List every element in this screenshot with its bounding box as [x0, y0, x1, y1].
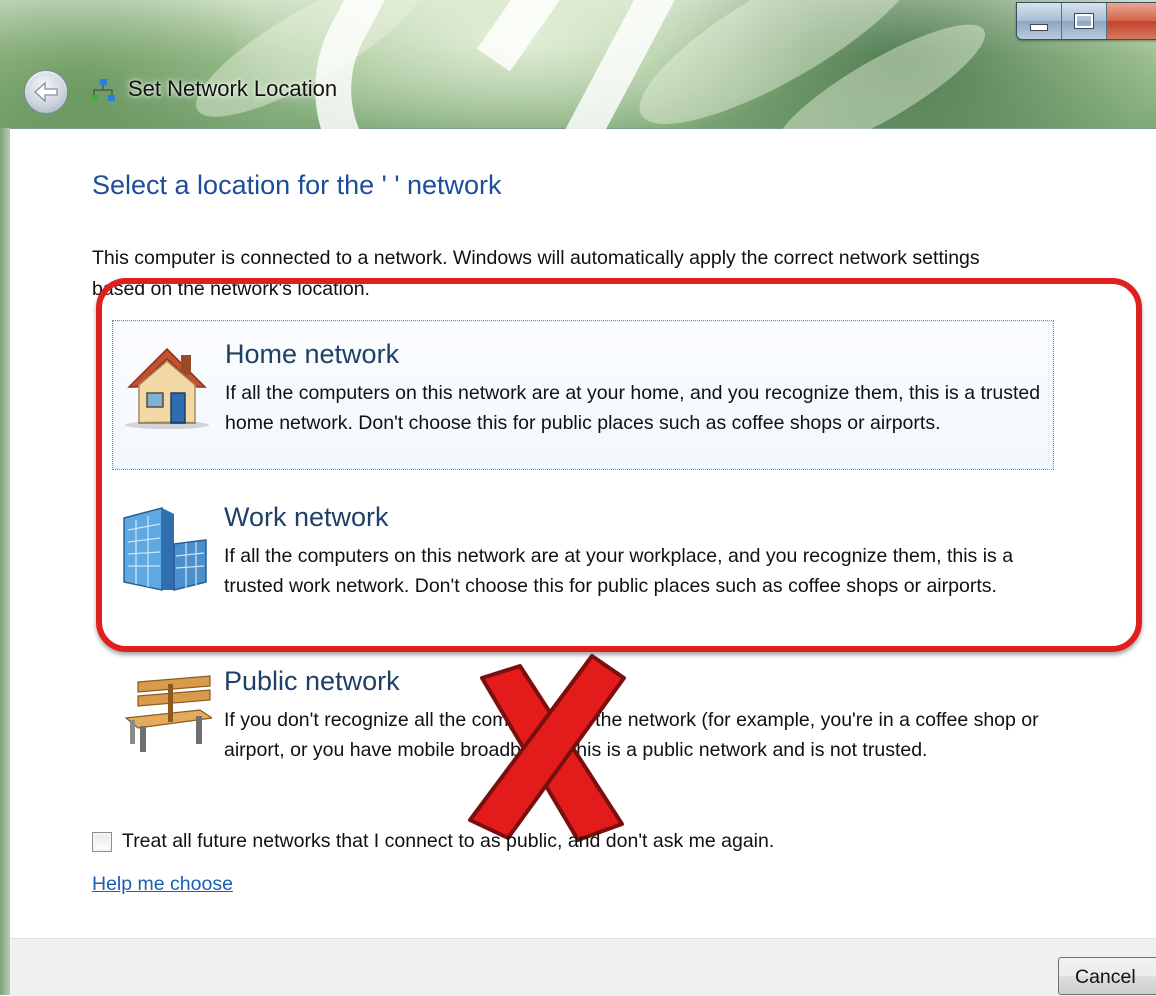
- option-work-network[interactable]: Work network If all the computers on thi…: [112, 484, 1052, 632]
- option-description: If all the computers on this network are…: [224, 545, 1014, 597]
- minimize-icon: [1030, 23, 1048, 31]
- checkbox-label: Treat all future networks that I connect…: [122, 830, 775, 852]
- option-title: Public network: [224, 666, 400, 696]
- treat-public-checkbox[interactable]: [92, 831, 112, 852]
- window-controls: [1016, 2, 1156, 40]
- park-bench-icon: [124, 675, 212, 752]
- window-title: Set Network Location: [128, 76, 338, 101]
- option-description: If you don't recognize all the computers…: [224, 709, 1039, 761]
- house-icon: [125, 347, 209, 429]
- back-button[interactable]: [24, 70, 68, 114]
- close-button[interactable]: [1107, 3, 1156, 39]
- network-icon: [91, 79, 115, 101]
- back-arrow-icon: [34, 81, 58, 103]
- option-home-network[interactable]: Home network If all the computers on thi…: [112, 320, 1054, 470]
- option-title: Work network: [224, 502, 389, 532]
- window-header: Set Network Location: [0, 0, 1156, 285]
- window-frame: [0, 128, 10, 995]
- treat-public-checkbox-row[interactable]: Treat all future networks that I connect…: [92, 830, 774, 853]
- help-me-choose-link[interactable]: Help me choose: [92, 873, 233, 896]
- minimize-button[interactable]: [1017, 3, 1062, 39]
- option-public-network[interactable]: Public network If you don't recognize al…: [112, 648, 1052, 796]
- footer-bar: [10, 938, 1156, 996]
- option-title: Home network: [225, 339, 400, 369]
- intro-text: This computer is connected to a network.…: [92, 247, 980, 300]
- page-title: Select a location for the ' ' network: [92, 170, 502, 200]
- office-building-icon: [123, 507, 207, 591]
- option-description: If all the computers on this network are…: [225, 382, 1041, 434]
- maximize-icon: [1074, 13, 1094, 29]
- maximize-button[interactable]: [1062, 3, 1107, 39]
- cancel-button[interactable]: Cancel: [1058, 957, 1156, 995]
